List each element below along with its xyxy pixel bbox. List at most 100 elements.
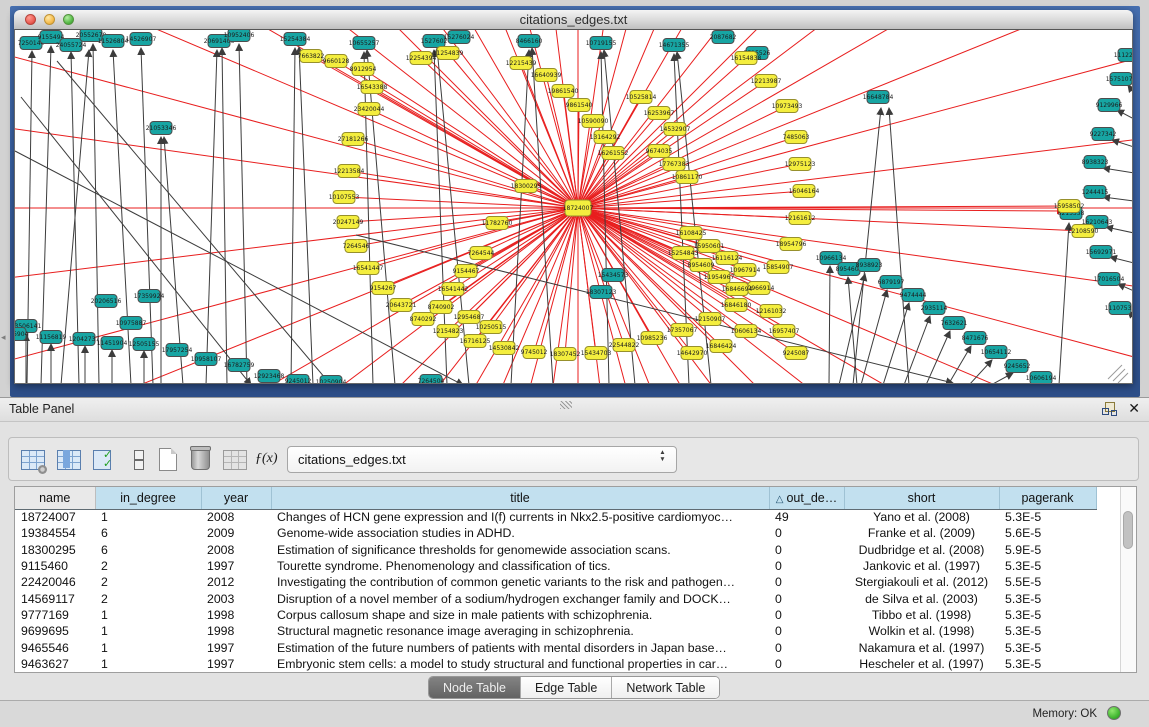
graph-node[interactable]: 9660128 [323, 55, 350, 68]
graph-node[interactable]: 15254843 [668, 247, 699, 260]
graph-node[interactable]: 16154838 [731, 52, 762, 65]
graph-node[interactable]: 10525814 [626, 91, 657, 104]
table-selector-dropdown[interactable]: citations_edges.txt ▲▼ [287, 446, 677, 473]
table-cell[interactable]: 0 [769, 542, 844, 558]
graph-node[interactable]: 7264546 [343, 240, 370, 253]
graph-node[interactable]: 15751074 [1106, 73, 1132, 86]
table-cell[interactable]: 5.3E-5 [999, 656, 1096, 672]
table-cell[interactable]: 1998 [201, 623, 271, 639]
table-cell[interactable]: 5.6E-5 [999, 525, 1096, 541]
table-cell[interactable]: Tibbo et al. (1998) [844, 607, 999, 623]
graph-node[interactable]: 16846180 [721, 299, 752, 312]
graph-node[interactable]: 10606134 [731, 325, 762, 338]
table-cell[interactable]: 2012 [201, 574, 271, 590]
graph-node[interactable]: 7663822 [298, 50, 325, 63]
graph-node[interactable]: 12161612 [785, 212, 816, 225]
table-cell[interactable]: 6 [95, 542, 201, 558]
table-cell[interactable]: 1 [95, 607, 201, 623]
graph-node[interactable]: 20643721 [386, 299, 417, 312]
graph-node[interactable]: 16261552 [598, 147, 629, 160]
table-cell[interactable]: 2003 [201, 590, 271, 606]
table-cell[interactable]: 5.9E-5 [999, 542, 1096, 558]
close-icon[interactable]: ✕ [1128, 400, 1140, 417]
graph-node[interactable]: 11156819 [36, 331, 67, 344]
graph-node[interactable]: 16543388 [357, 81, 388, 94]
table-cell[interactable]: 2 [95, 558, 201, 574]
graph-node[interactable]: 15276024 [444, 31, 475, 44]
table-row[interactable]: 1456911722003Disruption of a novel membe… [15, 590, 1122, 606]
graph-node[interactable]: 2935114 [921, 302, 948, 315]
graph-node[interactable]: 11526804 [98, 35, 129, 48]
graph-node[interactable]: 11954967 [704, 271, 735, 284]
graph-node[interactable]: 9745012 [521, 346, 548, 359]
column-pair-icon[interactable] [125, 446, 153, 474]
table-cell[interactable]: Dudbridge et al. (2008) [844, 542, 999, 558]
table-cell[interactable]: 6 [95, 525, 201, 541]
graph-node[interactable]: 19861540 [548, 85, 579, 98]
graph-node[interactable]: 12042737 [69, 333, 100, 346]
table-cell[interactable]: Yano et al. (2008) [844, 509, 999, 525]
table-cell[interactable]: 0 [769, 623, 844, 639]
table-row[interactable]: 946362711997Embryonic stem cells: a mode… [15, 656, 1122, 672]
table-cell[interactable]: 5.3E-5 [999, 639, 1096, 655]
graph-node[interactable]: 15692971 [1086, 246, 1117, 259]
table-cell[interactable]: 0 [769, 656, 844, 672]
graph-node[interactable]: 10655257 [349, 37, 380, 50]
graph-node[interactable]: 16253967 [644, 107, 675, 120]
graph-node[interactable]: 10250515 [476, 321, 507, 334]
graph-node[interactable]: 8740902 [428, 301, 455, 314]
table-cell[interactable]: 9699695 [15, 623, 95, 639]
graph-node[interactable]: 14642970 [677, 347, 708, 360]
graph-node[interactable]: 8954609 [688, 259, 715, 272]
graph-node[interactable]: 21053346 [146, 122, 177, 135]
table-settings-icon[interactable] [19, 446, 47, 474]
graph-node[interactable]: 9245652 [1004, 360, 1031, 373]
graph-node[interactable]: 14530842 [489, 342, 520, 355]
column-header-short[interactable]: short [844, 487, 999, 509]
delete-trash-icon[interactable] [187, 446, 215, 474]
table-row[interactable]: 911546021997Tourette syndrome. Phenomeno… [15, 558, 1122, 574]
table-cell[interactable]: Structural magnetic resonance image aver… [271, 623, 769, 639]
graph-node[interactable]: 9861540 [566, 99, 593, 112]
graph-node[interactable]: 18724007 [563, 200, 594, 216]
network-window-titlebar[interactable]: citations_edges.txt [14, 10, 1133, 30]
table-cell[interactable]: 0 [769, 639, 844, 655]
graph-node[interactable]: 18300295 [511, 180, 542, 193]
graph-node[interactable]: 18307123 [586, 286, 617, 299]
row-check-icon[interactable]: ✓✓ [91, 446, 119, 474]
graph-node[interactable]: 10975887 [116, 317, 147, 330]
table-cell[interactable]: 1 [95, 639, 201, 655]
table-cell[interactable]: 1998 [201, 607, 271, 623]
table-cell[interactable]: 5.5E-5 [999, 574, 1096, 590]
graph-node[interactable]: 12213584 [334, 165, 365, 178]
table-cell[interactable]: 0 [769, 558, 844, 574]
table-cell[interactable]: Franke et al. (2009) [844, 525, 999, 541]
table-cell[interactable]: 1 [95, 623, 201, 639]
table-cell[interactable]: 22420046 [15, 574, 95, 590]
graph-node[interactable]: 9245012 [285, 375, 312, 384]
graph-node[interactable]: 9245087 [783, 347, 810, 360]
graph-node[interactable]: 8912954 [350, 63, 377, 76]
graph-node[interactable]: 10952406 [224, 30, 255, 42]
graph-node[interactable]: 16716125 [460, 335, 491, 348]
graph-node[interactable]: 6879197 [878, 276, 905, 289]
graph-node[interactable]: 12150907 [695, 313, 726, 326]
graph-node[interactable]: 16782759 [224, 359, 255, 372]
graph-node[interactable]: 17957254 [162, 344, 193, 357]
table-row[interactable]: 969969511998Structural magnetic resonanc… [15, 623, 1122, 639]
resize-grip-icon[interactable] [1108, 365, 1128, 383]
table-cell[interactable]: Investigating the contribution of common… [271, 574, 769, 590]
graph-node[interactable]: 16108425 [676, 227, 707, 240]
graph-node[interactable]: 8938923 [856, 259, 883, 272]
graph-node[interactable]: 10590090 [578, 115, 609, 128]
table-row[interactable]: 2242004622012Investigating the contribut… [15, 574, 1122, 590]
graph-node[interactable]: 9674035 [646, 145, 673, 158]
table-cell[interactable]: 2 [95, 590, 201, 606]
graph-node[interactable]: 10967914 [730, 264, 761, 277]
graph-node[interactable]: 15950601 [694, 240, 725, 253]
graph-node[interactable]: 9474444 [900, 289, 927, 302]
vertical-scrollbar[interactable] [1120, 487, 1136, 672]
table-cell[interactable]: Genome-wide association studies in ADHD. [271, 525, 769, 541]
table-cell[interactable]: Tourette syndrome. Phenomenology and cla… [271, 558, 769, 574]
table-cell[interactable]: 9777169 [15, 607, 95, 623]
